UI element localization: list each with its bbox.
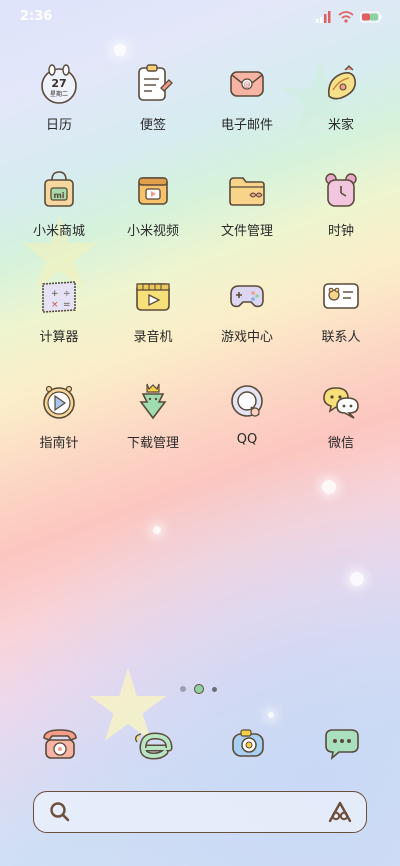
svg-text:×: ×: [51, 300, 59, 310]
mijia-icon: [327, 65, 357, 100]
app-label: 下载管理: [126, 436, 179, 451]
app-label: 便签: [139, 118, 166, 133]
app-game-center[interactable]: 游戏中心: [197, 274, 297, 345]
messages-icon: [325, 729, 359, 761]
app-label: 联系人: [321, 330, 361, 345]
dock-phone[interactable]: [35, 722, 85, 766]
signal-icon: [316, 11, 331, 23]
wechat-icon: [323, 387, 359, 419]
svg-text:@: @: [244, 81, 251, 89]
dock-messages[interactable]: [317, 722, 367, 766]
browser-icon: [135, 732, 173, 760]
download-icon: [139, 383, 167, 420]
status-icons: [316, 11, 382, 23]
calendar-day-number: 27: [51, 77, 66, 90]
calendar-icon: 27 星期二: [41, 64, 77, 104]
app-label: 时钟: [327, 224, 354, 239]
app-label: 日历: [45, 118, 72, 133]
search-bar[interactable]: [33, 791, 367, 833]
compass-icon: [43, 385, 75, 419]
svg-text:mi: mi: [53, 191, 64, 200]
folder-icon: [229, 177, 265, 206]
app-recorder[interactable]: 录音机: [103, 274, 203, 345]
app-wechat[interactable]: 微信: [291, 380, 391, 451]
phone-icon: [43, 729, 77, 759]
recorder-icon: [136, 283, 170, 311]
sparkle-decoration: [153, 526, 161, 534]
app-notes[interactable]: 便签: [103, 62, 203, 133]
sparkle-decoration: [350, 572, 364, 586]
app-label: 游戏中心: [220, 330, 273, 345]
app-label: 微信: [327, 436, 354, 451]
app-label: 小米视频: [126, 224, 179, 239]
email-icon: @: [230, 71, 264, 97]
app-email[interactable]: @ 电子邮件: [197, 62, 297, 133]
battery-icon: [360, 11, 382, 23]
sparkle-decoration: [268, 712, 274, 718]
wifi-icon: [338, 11, 354, 23]
app-label: 录音机: [133, 330, 173, 345]
svg-text:=: =: [63, 300, 71, 310]
page-indicator: [180, 684, 217, 694]
app-calculator[interactable]: + ÷ × = 计算器: [9, 274, 109, 345]
app-video[interactable]: 小米视频: [103, 168, 203, 239]
dock-camera[interactable]: [223, 722, 273, 766]
page-dot[interactable]: [180, 686, 186, 692]
page-dot-current[interactable]: [194, 684, 204, 694]
app-label: QQ: [236, 432, 258, 447]
app-label: 指南针: [39, 436, 79, 451]
app-label: 小米商城: [32, 224, 85, 239]
app-clock[interactable]: 时钟: [291, 168, 391, 239]
dock-browser[interactable]: [129, 722, 179, 766]
app-mall[interactable]: mi 小米商城: [9, 168, 109, 239]
sparkle-decoration: [114, 44, 126, 56]
calendar-weekday: 星期二: [50, 90, 68, 98]
app-files[interactable]: 文件管理: [197, 168, 297, 239]
calculator-icon: + ÷ × =: [42, 281, 76, 313]
notes-icon: [138, 64, 173, 101]
qq-icon: [231, 385, 263, 417]
mall-icon: mi: [44, 171, 74, 207]
app-compass[interactable]: 指南针: [9, 380, 109, 451]
search-icon[interactable]: [49, 801, 71, 823]
app-downloads[interactable]: 下载管理: [103, 380, 203, 451]
status-bar: 2:36: [0, 0, 400, 36]
app-mijia[interactable]: 米家: [291, 62, 391, 133]
gamepad-icon: [230, 285, 264, 308]
alarm-clock-icon: [325, 173, 357, 207]
video-icon: [138, 177, 168, 205]
status-time: 2:36: [20, 9, 53, 24]
app-label: 文件管理: [220, 224, 273, 239]
app-contacts[interactable]: 联系人: [291, 274, 391, 345]
page-dot[interactable]: [212, 686, 217, 692]
camera-icon: [232, 729, 264, 757]
app-calendar[interactable]: 27 星期二 日历: [9, 62, 109, 133]
app-qq[interactable]: QQ: [197, 380, 297, 447]
contacts-icon: [323, 283, 359, 309]
svg-text:+: +: [51, 289, 59, 299]
app-label: 计算器: [39, 330, 79, 345]
assistant-icon[interactable]: [328, 801, 352, 823]
app-label: 电子邮件: [220, 118, 273, 133]
app-label: 米家: [327, 118, 354, 133]
sparkle-decoration: [322, 480, 336, 494]
svg-text:÷: ÷: [63, 289, 71, 299]
